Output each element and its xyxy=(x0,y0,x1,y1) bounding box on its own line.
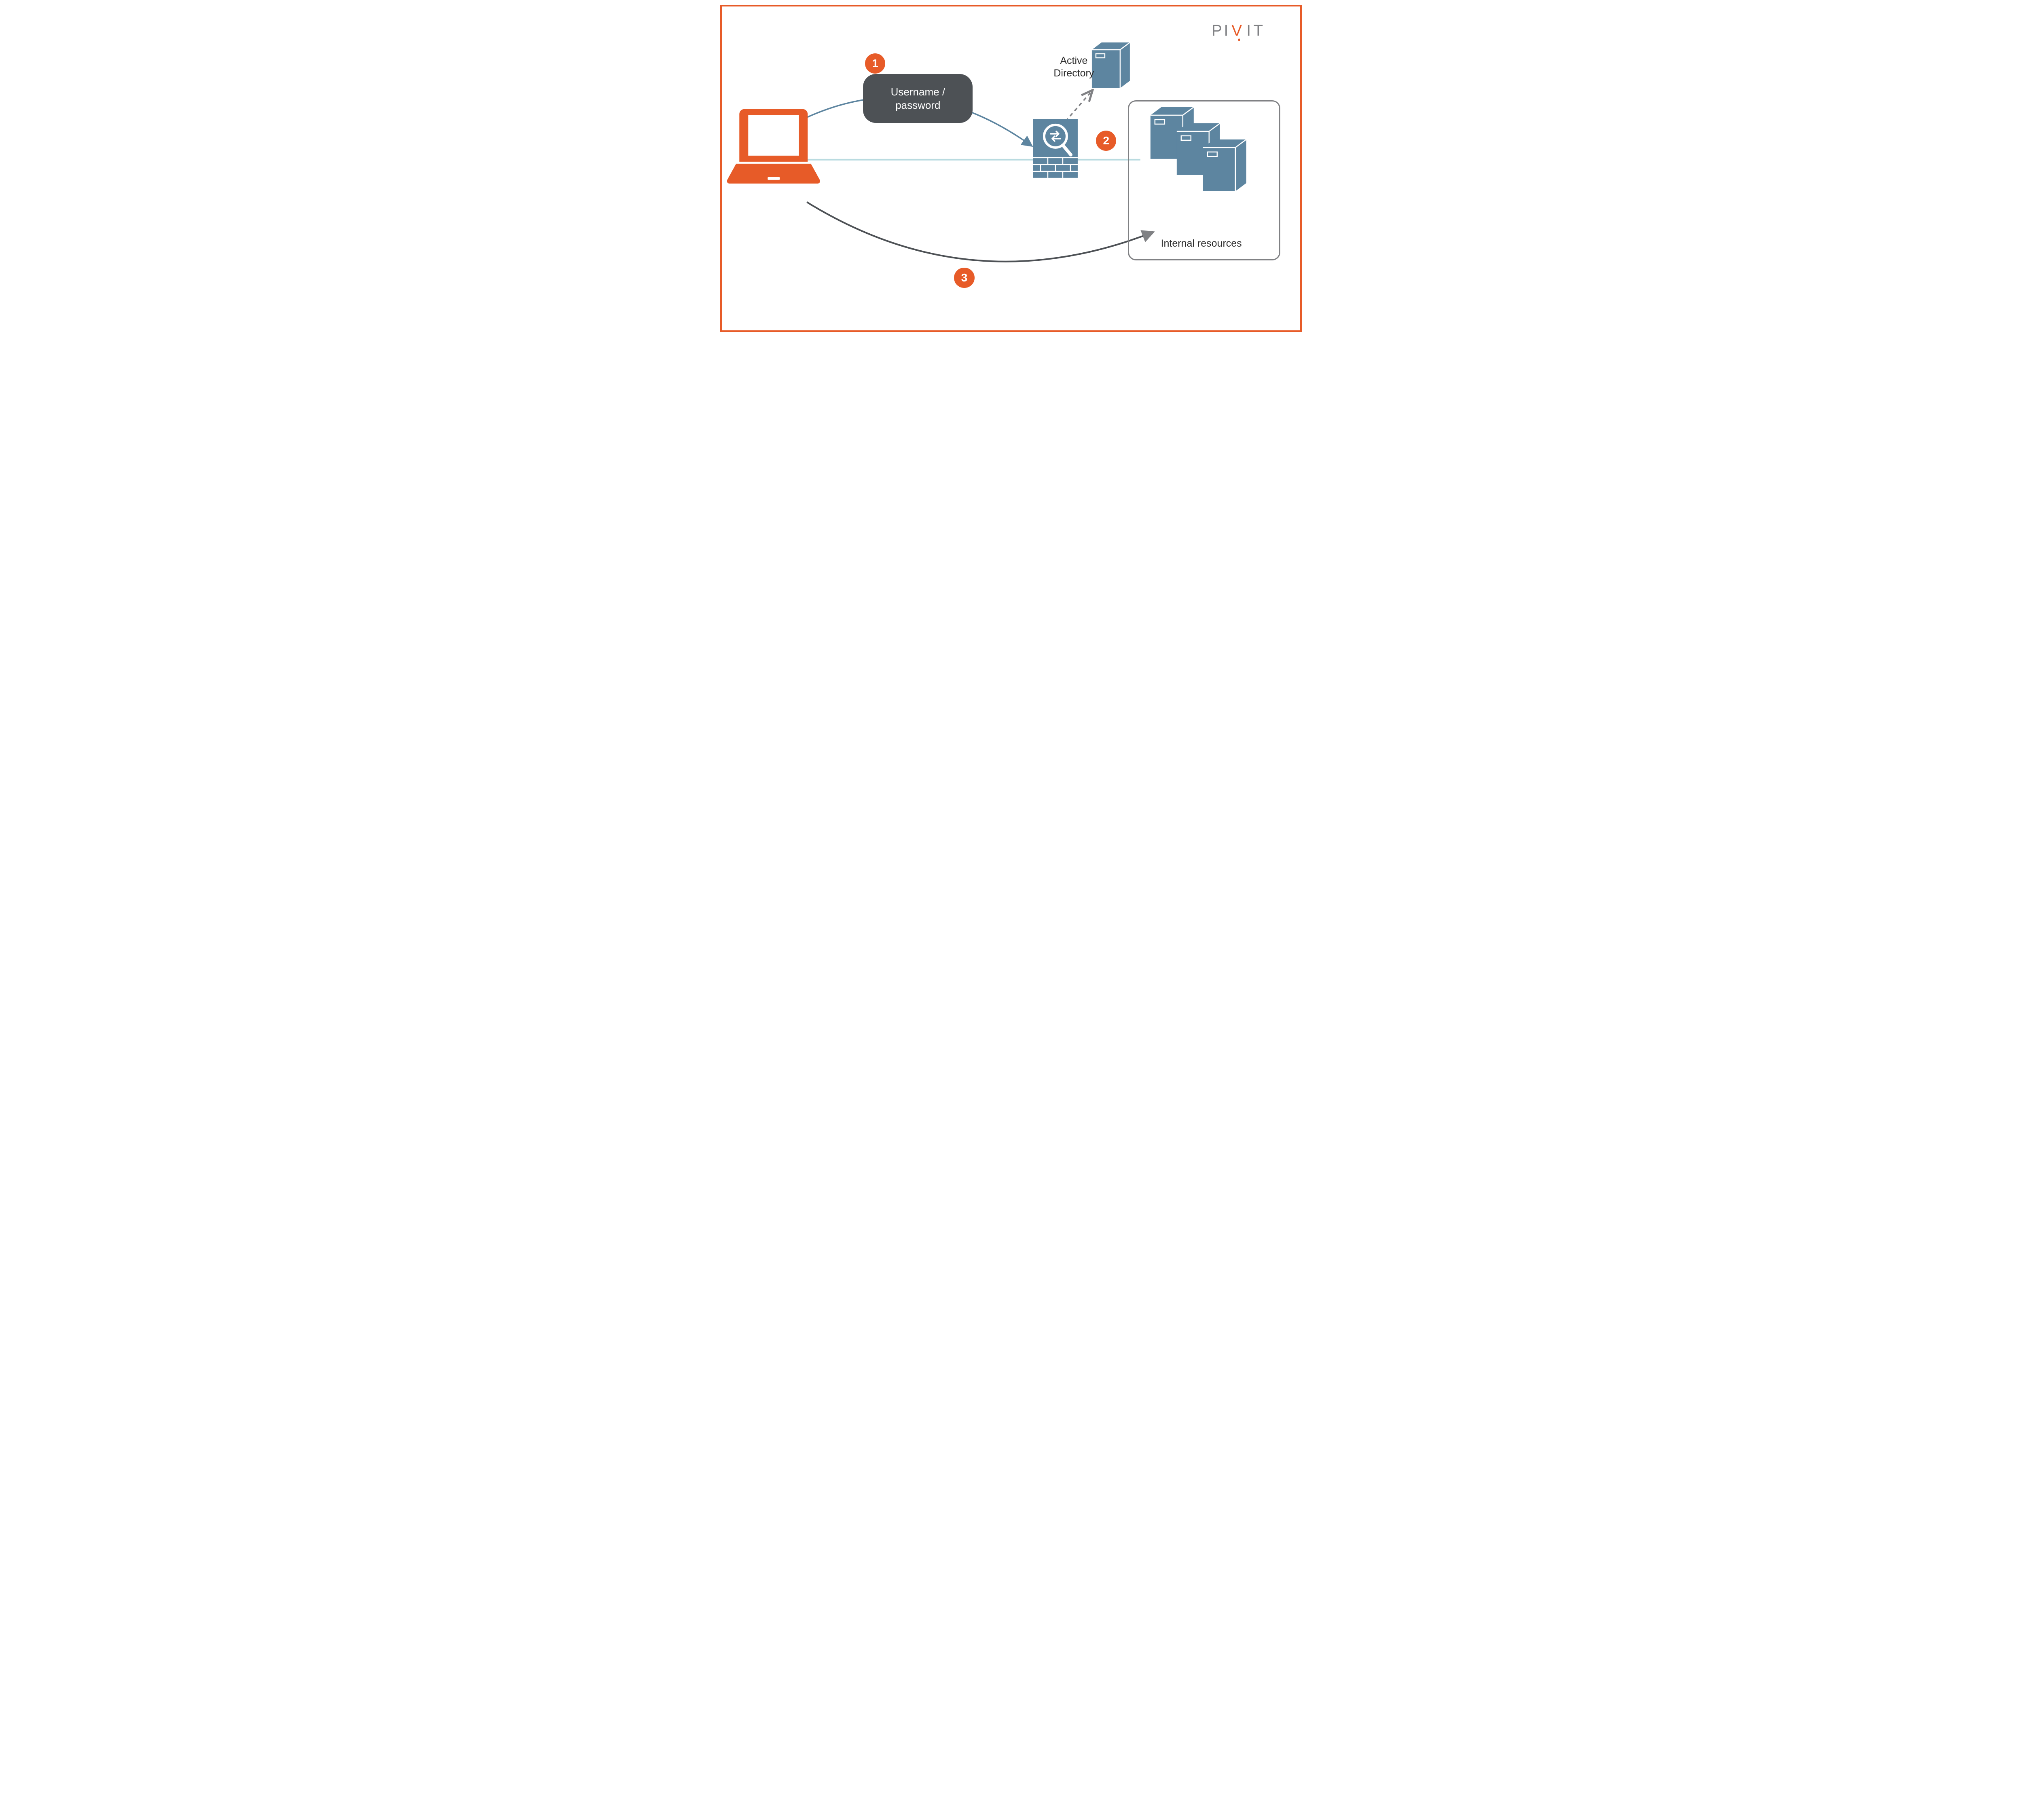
internal-resources-box xyxy=(1128,100,1280,260)
step-badge-1: 1 xyxy=(865,53,885,74)
step-number-3: 3 xyxy=(961,271,968,284)
ad-line1: Active xyxy=(1060,55,1087,66)
resources-text: Internal resources xyxy=(1161,238,1242,249)
step-number-1: 1 xyxy=(872,57,878,70)
step-1-label-line2: password xyxy=(879,99,957,112)
step-badge-3: 3 xyxy=(954,268,974,288)
arrow-step-2 xyxy=(1066,91,1092,121)
step-1-label-line1: Username / xyxy=(879,85,957,99)
active-directory-label: Active Directory xyxy=(1047,55,1101,80)
arrow-step-3 xyxy=(807,202,1153,262)
step-number-2: 2 xyxy=(1103,134,1110,147)
ad-line2: Directory xyxy=(1053,68,1094,79)
step-1-pill: Username / password xyxy=(863,74,973,123)
firewall-icon xyxy=(1033,119,1078,178)
internal-resources-label: Internal resources xyxy=(1147,237,1255,250)
diagram-frame: P I V I T xyxy=(712,0,1310,337)
laptop-icon xyxy=(727,109,820,184)
